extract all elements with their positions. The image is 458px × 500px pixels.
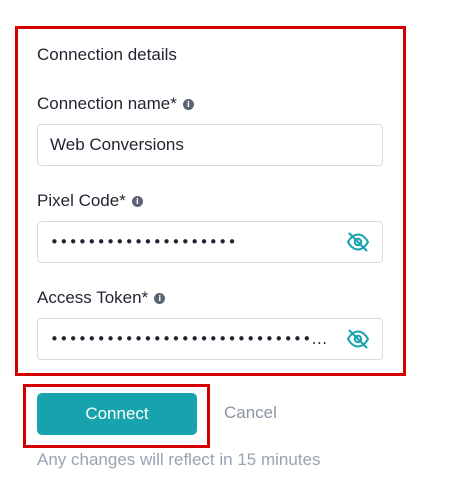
pixel-code-input[interactable]: •••••••••••••••••••• — [37, 221, 383, 263]
connection-form: Connection details Connection name* i We… — [0, 0, 458, 500]
access-token-value: ••••••••••••••••••••••••••••... — [50, 330, 328, 348]
section-title: Connection details — [37, 45, 177, 64]
cancel-button[interactable]: Cancel — [224, 403, 277, 423]
eye-off-icon[interactable] — [346, 230, 370, 254]
info-icon[interactable]: i — [182, 98, 194, 110]
access-token-label: Access Token* i — [37, 288, 166, 308]
access-token-input[interactable]: ••••••••••••••••••••••••••••... — [37, 318, 383, 360]
info-icon[interactable]: i — [131, 195, 143, 207]
eye-off-icon[interactable] — [346, 327, 370, 351]
connection-name-input[interactable]: Web Conversions — [37, 124, 383, 166]
access-token-label-text: Access Token* — [37, 288, 149, 307]
connect-button[interactable]: Connect — [37, 393, 197, 435]
info-icon[interactable]: i — [154, 292, 166, 304]
sync-delay-note: Any changes will reflect in 15 minutes — [37, 450, 321, 469]
connection-name-label-text: Connection name* — [37, 94, 177, 113]
pixel-code-value: •••••••••••••••••••• — [50, 233, 237, 251]
connection-name-label: Connection name* i — [37, 94, 194, 114]
connection-name-value: Web Conversions — [50, 135, 184, 154]
pixel-code-label-text: Pixel Code* — [37, 191, 126, 210]
pixel-code-label: Pixel Code* i — [37, 191, 143, 211]
